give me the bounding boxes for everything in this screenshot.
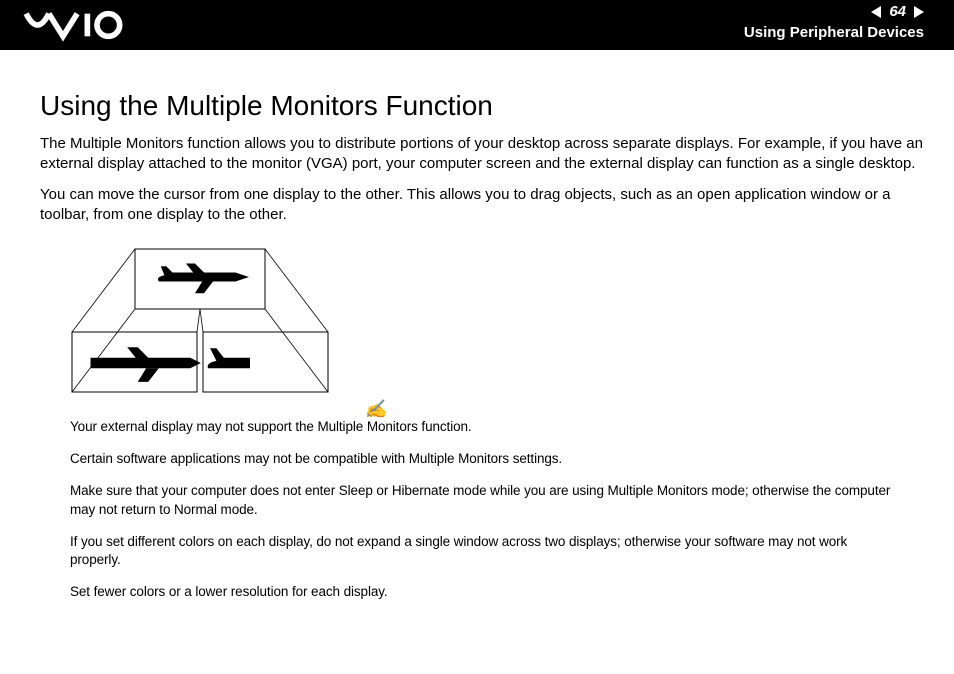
page-number: 64 xyxy=(889,3,906,20)
prev-page-arrow-icon[interactable] xyxy=(871,6,881,18)
page-navigation: 64 xyxy=(871,3,924,20)
next-page-arrow-icon[interactable] xyxy=(914,6,924,18)
page-header: 64 Using Peripheral Devices xyxy=(0,0,954,50)
intro-paragraph-1: The Multiple Monitors function allows yo… xyxy=(40,134,924,175)
note-4: If you set different colors on each disp… xyxy=(70,533,894,569)
note-2: Certain software applications may not be… xyxy=(70,450,894,468)
section-name[interactable]: Using Peripheral Devices xyxy=(744,24,924,41)
intro-paragraph-2: You can move the cursor from one display… xyxy=(40,185,924,226)
vaio-logo xyxy=(20,8,140,42)
note-1: Your external display may not support th… xyxy=(70,418,894,436)
note-5: Set fewer colors or a lower resolution f… xyxy=(70,583,894,601)
note-icon: ✍ xyxy=(364,399,386,420)
multi-monitor-diagram xyxy=(70,247,330,397)
note-3: Make sure that your computer does not en… xyxy=(70,482,894,518)
page-title: Using the Multiple Monitors Function xyxy=(40,90,924,122)
page-content: Using the Multiple Monitors Function The… xyxy=(0,50,954,602)
